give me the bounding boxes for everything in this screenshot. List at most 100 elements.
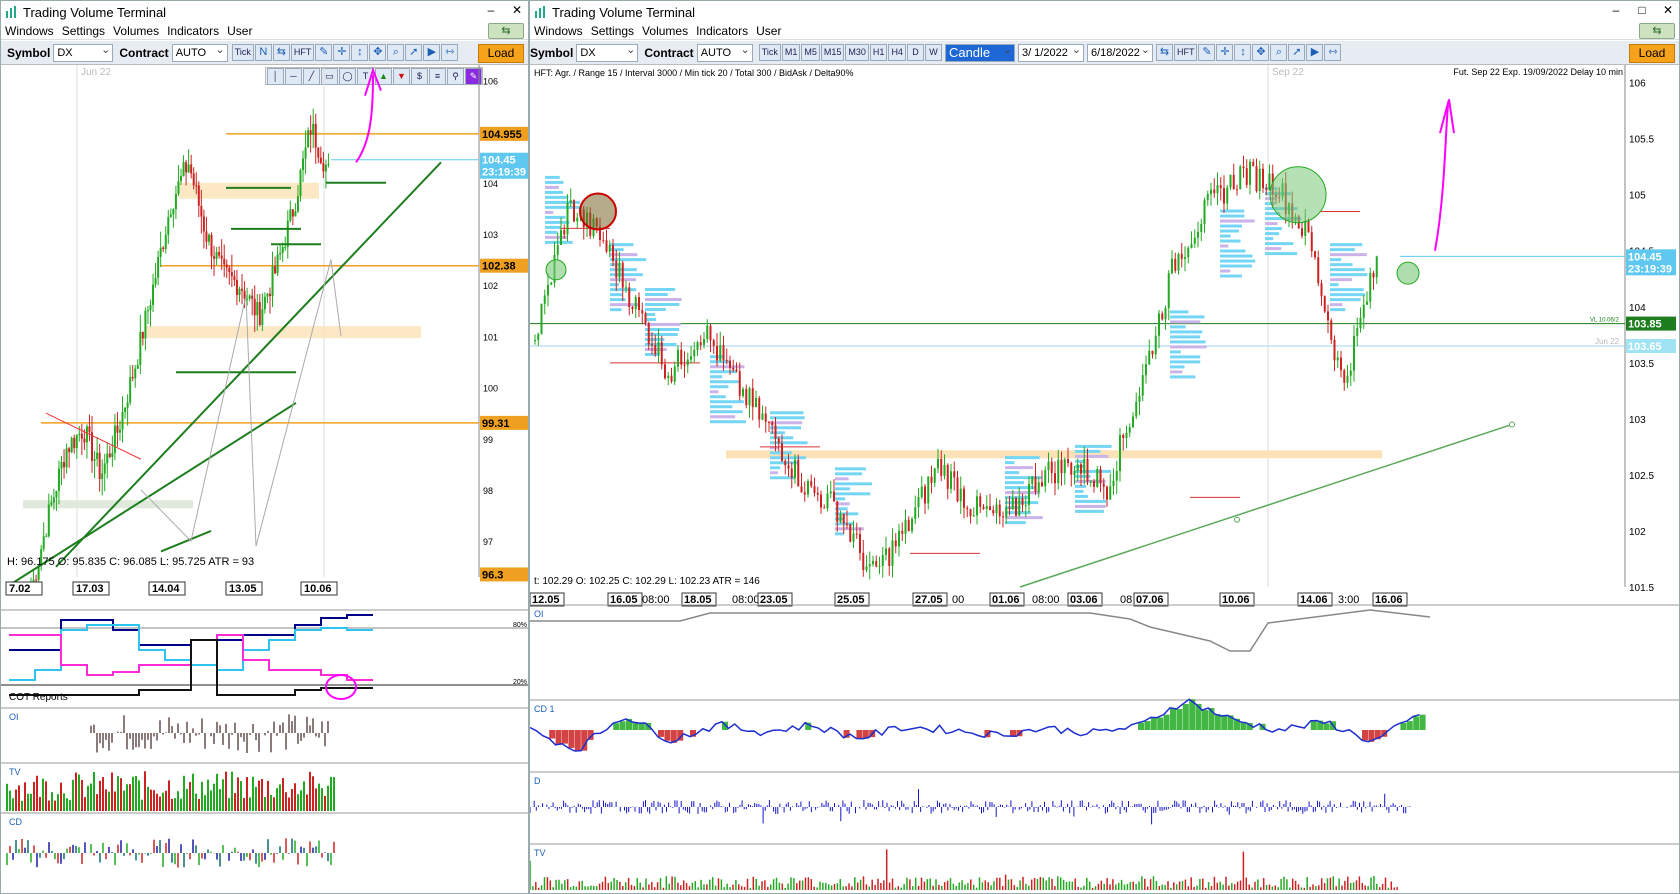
tf-d[interactable]: D	[906, 44, 924, 61]
close-icon[interactable]: ✕	[510, 3, 524, 17]
candle-body	[1369, 272, 1372, 302]
vscale-icon[interactable]: ↕	[351, 44, 369, 61]
cursor-icon[interactable]: ➚	[1288, 44, 1306, 61]
volume-profile-bar	[545, 185, 559, 189]
cd1-fill	[1010, 730, 1016, 737]
candle-body	[50, 502, 53, 505]
trendline-handle	[1509, 421, 1515, 428]
candle-body	[93, 459, 96, 461]
volume-profile-bar	[1330, 303, 1343, 307]
move-icon[interactable]: ✥	[1252, 44, 1270, 61]
close-icon[interactable]: ✕	[1661, 3, 1675, 17]
menu-windows[interactable]: Windows	[1, 24, 58, 38]
zoom-icon[interactable]: ⌕	[387, 44, 405, 61]
hft-button[interactable]: HFT	[290, 44, 315, 61]
tf-m1[interactable]: M1	[781, 44, 801, 61]
hft-button[interactable]: HFT	[1173, 44, 1198, 61]
symbol-select[interactable]: DX	[53, 42, 114, 62]
cursor-icon[interactable]: ➚	[405, 44, 423, 61]
cd1-fill	[856, 730, 863, 739]
play-icon[interactable]: ▶	[1306, 44, 1324, 61]
menu-settings[interactable]: Settings	[587, 24, 638, 38]
arrows-icon[interactable]: ⇆	[272, 44, 290, 61]
menu-user[interactable]: User	[752, 24, 785, 38]
tf-m30[interactable]: M30	[845, 44, 869, 61]
candle-body	[836, 501, 839, 522]
brush-icon[interactable]: ✎	[315, 44, 333, 61]
left-price-chart[interactable]: Jun 22 106 104 103 102 101 100 99 98 97 104.955 104…	[1, 65, 529, 894]
brush-icon[interactable]: ✎	[1198, 44, 1216, 61]
candle-body	[1242, 166, 1245, 169]
minimize-icon[interactable]: –	[1609, 3, 1623, 17]
load-button[interactable]: Load	[478, 44, 524, 63]
arrows-icon[interactable]: ⇆	[1155, 44, 1173, 61]
candle-body	[732, 367, 735, 370]
tf-h1[interactable]: H1	[869, 44, 888, 61]
contract-select[interactable]: AUTO	[696, 42, 753, 62]
price-tag-timer: 23:19:39	[482, 167, 526, 179]
tf-m5[interactable]: M5	[801, 44, 820, 61]
volume-profile-bar	[1220, 264, 1253, 268]
cd1-fill	[1202, 710, 1208, 730]
minimize-icon[interactable]: –	[484, 3, 498, 17]
play-icon[interactable]: ▶	[423, 44, 441, 61]
crosshair-icon[interactable]: ✛	[1216, 44, 1234, 61]
menu-windows[interactable]: Windows	[530, 24, 587, 38]
candle-body	[202, 216, 205, 232]
refresh-icon[interactable]: ⇆	[1639, 23, 1675, 39]
x-axis-label: 08:00	[1032, 594, 1060, 606]
menu-indicators[interactable]: Indicators	[692, 24, 752, 38]
volume-profile-bar	[1075, 454, 1109, 458]
maximize-icon[interactable]: □	[1635, 3, 1649, 17]
menu-volumes[interactable]: Volumes	[109, 24, 163, 38]
candle-body	[673, 366, 676, 382]
volume-profile-bar	[1265, 252, 1298, 256]
chart-type-select[interactable]: Candle	[944, 42, 1015, 62]
vscale-icon[interactable]: ↕	[1234, 44, 1252, 61]
tf-h4[interactable]: H4	[888, 44, 906, 61]
candle-body	[1083, 459, 1086, 474]
candle-body	[1060, 459, 1063, 474]
volume-profile-bar	[1170, 370, 1183, 374]
move-icon[interactable]: ✥	[369, 44, 387, 61]
volume-profile-bar	[770, 466, 781, 470]
date-to-select[interactable]: 6/18/2022	[1086, 42, 1153, 62]
n-button[interactable]: N	[254, 44, 272, 61]
cd1-fill	[1157, 717, 1164, 730]
cd1-fill	[664, 730, 671, 741]
hscale-icon[interactable]: ⇿	[441, 44, 459, 61]
zoom-icon[interactable]: ⌕	[1270, 44, 1288, 61]
candle-body	[738, 371, 741, 396]
candle-body	[63, 462, 66, 468]
tf-m15[interactable]: M15	[820, 44, 845, 61]
y-tick-label: 102	[483, 281, 498, 291]
menu-indicators[interactable]: Indicators	[163, 24, 223, 38]
candle-body	[1161, 313, 1164, 320]
candle-body	[101, 473, 104, 480]
candle-body	[696, 342, 699, 351]
date-from-select[interactable]: 3/ 1/2022	[1017, 42, 1084, 62]
tick-button[interactable]: Tick	[231, 44, 254, 61]
volume-profile-bar	[1170, 360, 1201, 364]
crosshair-icon[interactable]: ✛	[333, 44, 351, 61]
tf-tick[interactable]: Tick	[758, 44, 781, 61]
right-price-chart[interactable]: Sep 22106105.5105104.5104103.5103102.510…	[530, 65, 1680, 894]
load-button[interactable]: Load	[1629, 44, 1675, 63]
x-axis-label: 00	[952, 594, 964, 606]
cd1-label: CD 1	[534, 704, 555, 714]
candle-body	[146, 310, 149, 312]
symbol-select[interactable]: DX	[576, 42, 639, 62]
refresh-icon[interactable]: ⇆	[488, 23, 524, 39]
contract-select[interactable]: AUTO	[171, 42, 228, 62]
tf-w[interactable]: W	[924, 44, 942, 61]
volume-profile-bar	[1005, 476, 1043, 480]
candle-body	[1187, 247, 1190, 258]
candle-body	[274, 266, 277, 274]
volume-profile-bar	[645, 327, 680, 331]
hscale-icon[interactable]: ⇿	[1324, 44, 1342, 61]
menu-volumes[interactable]: Volumes	[638, 24, 692, 38]
candle-body	[1346, 375, 1349, 383]
menu-settings[interactable]: Settings	[58, 24, 109, 38]
y-tick-label: 103.5	[1629, 359, 1654, 370]
menu-user[interactable]: User	[223, 24, 256, 38]
